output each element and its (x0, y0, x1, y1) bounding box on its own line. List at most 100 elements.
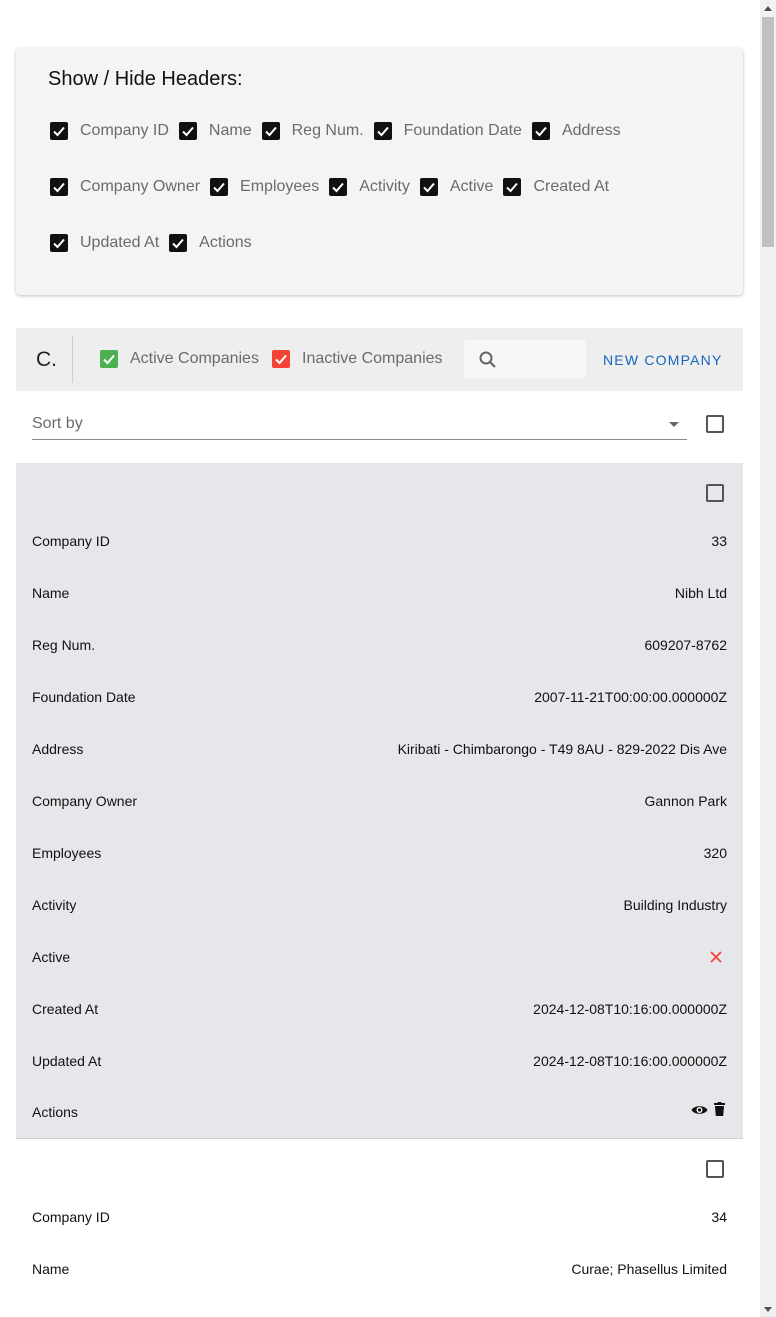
toolbar-divider (72, 336, 73, 383)
row-actions (691, 1102, 725, 1119)
checkbox-checked-icon[interactable] (531, 122, 550, 140)
scroll-down-arrow-icon[interactable] (760, 1301, 776, 1317)
toggle-activity[interactable]: Activity (329, 178, 410, 196)
chevron-down-icon (669, 422, 679, 427)
checkbox-checked-icon[interactable] (373, 122, 392, 140)
field-label: Created At (32, 1001, 99, 1017)
field-row-actions: Actions (32, 1102, 727, 1124)
field-label: Name (32, 585, 70, 601)
toggle-foundation-date[interactable]: Foundation Date (373, 122, 522, 140)
field-value: 2007-11-21T00:00:00.000000Z (534, 689, 727, 705)
checkbox-checked-icon[interactable] (261, 122, 280, 140)
field-row-name: Name Nibh Ltd (32, 585, 727, 605)
toggle-created-at[interactable]: Created At (503, 178, 609, 196)
field-label: Active (32, 949, 71, 965)
checkbox-checked-icon[interactable] (50, 178, 68, 196)
field-label: Actions (32, 1104, 78, 1120)
toggle-active[interactable]: Active (419, 178, 494, 196)
toggle-actions[interactable]: Actions (169, 234, 252, 252)
filter-label: Inactive Companies (302, 350, 443, 367)
checkbox-checked-icon[interactable] (50, 234, 68, 252)
field-label: Foundation Date (32, 689, 136, 705)
field-value: 34 (711, 1209, 727, 1225)
checkbox-checked-icon[interactable] (329, 178, 348, 196)
field-row-name: Name Curae; Phasellus Limited (32, 1261, 727, 1281)
headers-row-1: Company ID Name Reg Num. Foundation Date… (50, 119, 631, 143)
toggle-label: Updated At (80, 234, 160, 251)
filter-active-companies[interactable]: Active Companies (100, 350, 259, 368)
sort-by-label: Sort by (32, 415, 83, 432)
eye-icon[interactable] (691, 1103, 708, 1119)
field-label: Name (32, 1261, 70, 1277)
toggle-address[interactable]: Address (531, 122, 621, 140)
search-input[interactable] (464, 340, 586, 379)
checkbox-checked-icon[interactable] (272, 350, 290, 368)
toggle-label: Active (449, 178, 494, 195)
toggle-name[interactable]: Name (178, 122, 252, 140)
headers-row-3: Updated At Actions (50, 231, 262, 255)
checkbox-checked-icon[interactable] (178, 122, 197, 140)
headers-panel-title: Show / Hide Headers: (48, 68, 243, 90)
toggle-label: Foundation Date (403, 122, 522, 139)
field-row-foundation-date: Foundation Date 2007-11-21T00:00:00.0000… (32, 689, 727, 709)
companies-toolbar: C. Active Companies Inactive Companies N… (16, 328, 743, 391)
sort-by-select[interactable]: Sort by (32, 410, 687, 440)
field-value: Nibh Ltd (674, 585, 727, 601)
trash-icon[interactable] (714, 1102, 725, 1119)
toggle-label: Company ID (80, 122, 169, 139)
field-row-updated-at: Updated At 2024-12-08T10:16:00.000000Z (32, 1053, 727, 1073)
field-label: Address (32, 741, 84, 757)
app-logo: C. (36, 348, 57, 371)
field-value: 320 (703, 845, 727, 861)
row-select-checkbox[interactable] (706, 1160, 724, 1178)
field-label: Activity (32, 897, 77, 913)
filter-inactive-companies[interactable]: Inactive Companies (272, 350, 443, 368)
toggle-reg-num[interactable]: Reg Num. (261, 122, 364, 140)
field-row-created-at: Created At 2024-12-08T10:16:00.000000Z (32, 1001, 727, 1021)
field-value: 2024-12-08T10:16:00.000000Z (533, 1001, 727, 1017)
toggle-label: Company Owner (80, 178, 201, 195)
page: Show / Hide Headers: Company ID Name Reg… (0, 0, 760, 1317)
field-label: Updated At (32, 1053, 102, 1069)
checkbox-checked-icon[interactable] (50, 122, 68, 140)
field-row-employees: Employees 320 (32, 845, 727, 865)
field-value: Curae; Phasellus Limited (571, 1261, 727, 1277)
field-label: Company ID (32, 533, 110, 549)
new-company-button[interactable]: NEW COMPANY (603, 352, 723, 368)
field-row-activity: Activity Building Industry (32, 897, 727, 917)
inactive-x-icon (709, 950, 723, 967)
scroll-up-arrow-icon[interactable] (760, 0, 776, 16)
field-row-address: Address Kiribati - Chimbarongo - T49 8AU… (32, 741, 727, 761)
field-label: Reg Num. (32, 637, 96, 653)
toggle-company-id[interactable]: Company ID (50, 122, 169, 140)
row-select-checkbox[interactable] (706, 484, 724, 502)
field-value: Kiribati - Chimbarongo - T49 8AU - 829-2… (397, 741, 727, 757)
field-label: Employees (32, 845, 102, 861)
show-hide-headers-panel: Show / Hide Headers: Company ID Name Reg… (16, 48, 743, 295)
field-label: Company ID (32, 1209, 110, 1225)
toggle-label: Employees (240, 178, 320, 195)
checkbox-checked-icon[interactable] (503, 178, 522, 196)
field-value: 2024-12-08T10:16:00.000000Z (533, 1053, 727, 1069)
field-value: Gannon Park (644, 793, 728, 809)
field-label: Company Owner (32, 793, 138, 809)
field-value: Building Industry (623, 897, 727, 913)
scrollbar-thumb[interactable] (762, 17, 774, 247)
toggle-employees[interactable]: Employees (210, 178, 319, 196)
checkbox-checked-icon[interactable] (419, 178, 438, 196)
company-card: Company ID 34 Name Curae; Phasellus Limi… (16, 1139, 743, 1317)
toggle-label: Activity (359, 178, 410, 195)
vertical-scrollbar[interactable] (760, 0, 776, 1317)
select-all-checkbox[interactable] (706, 415, 724, 433)
toggle-label: Actions (199, 234, 252, 251)
field-value: 33 (711, 533, 727, 549)
toggle-label: Address (561, 122, 621, 139)
filter-label: Active Companies (130, 350, 259, 367)
headers-row-2: Company Owner Employees Activity Active … (50, 175, 619, 199)
toggle-updated-at[interactable]: Updated At (50, 234, 159, 252)
checkbox-checked-icon[interactable] (169, 234, 188, 252)
checkbox-checked-icon[interactable] (100, 350, 118, 368)
field-row-company-owner: Company Owner Gannon Park (32, 793, 727, 813)
toggle-company-owner[interactable]: Company Owner (50, 178, 200, 196)
checkbox-checked-icon[interactable] (210, 178, 229, 196)
